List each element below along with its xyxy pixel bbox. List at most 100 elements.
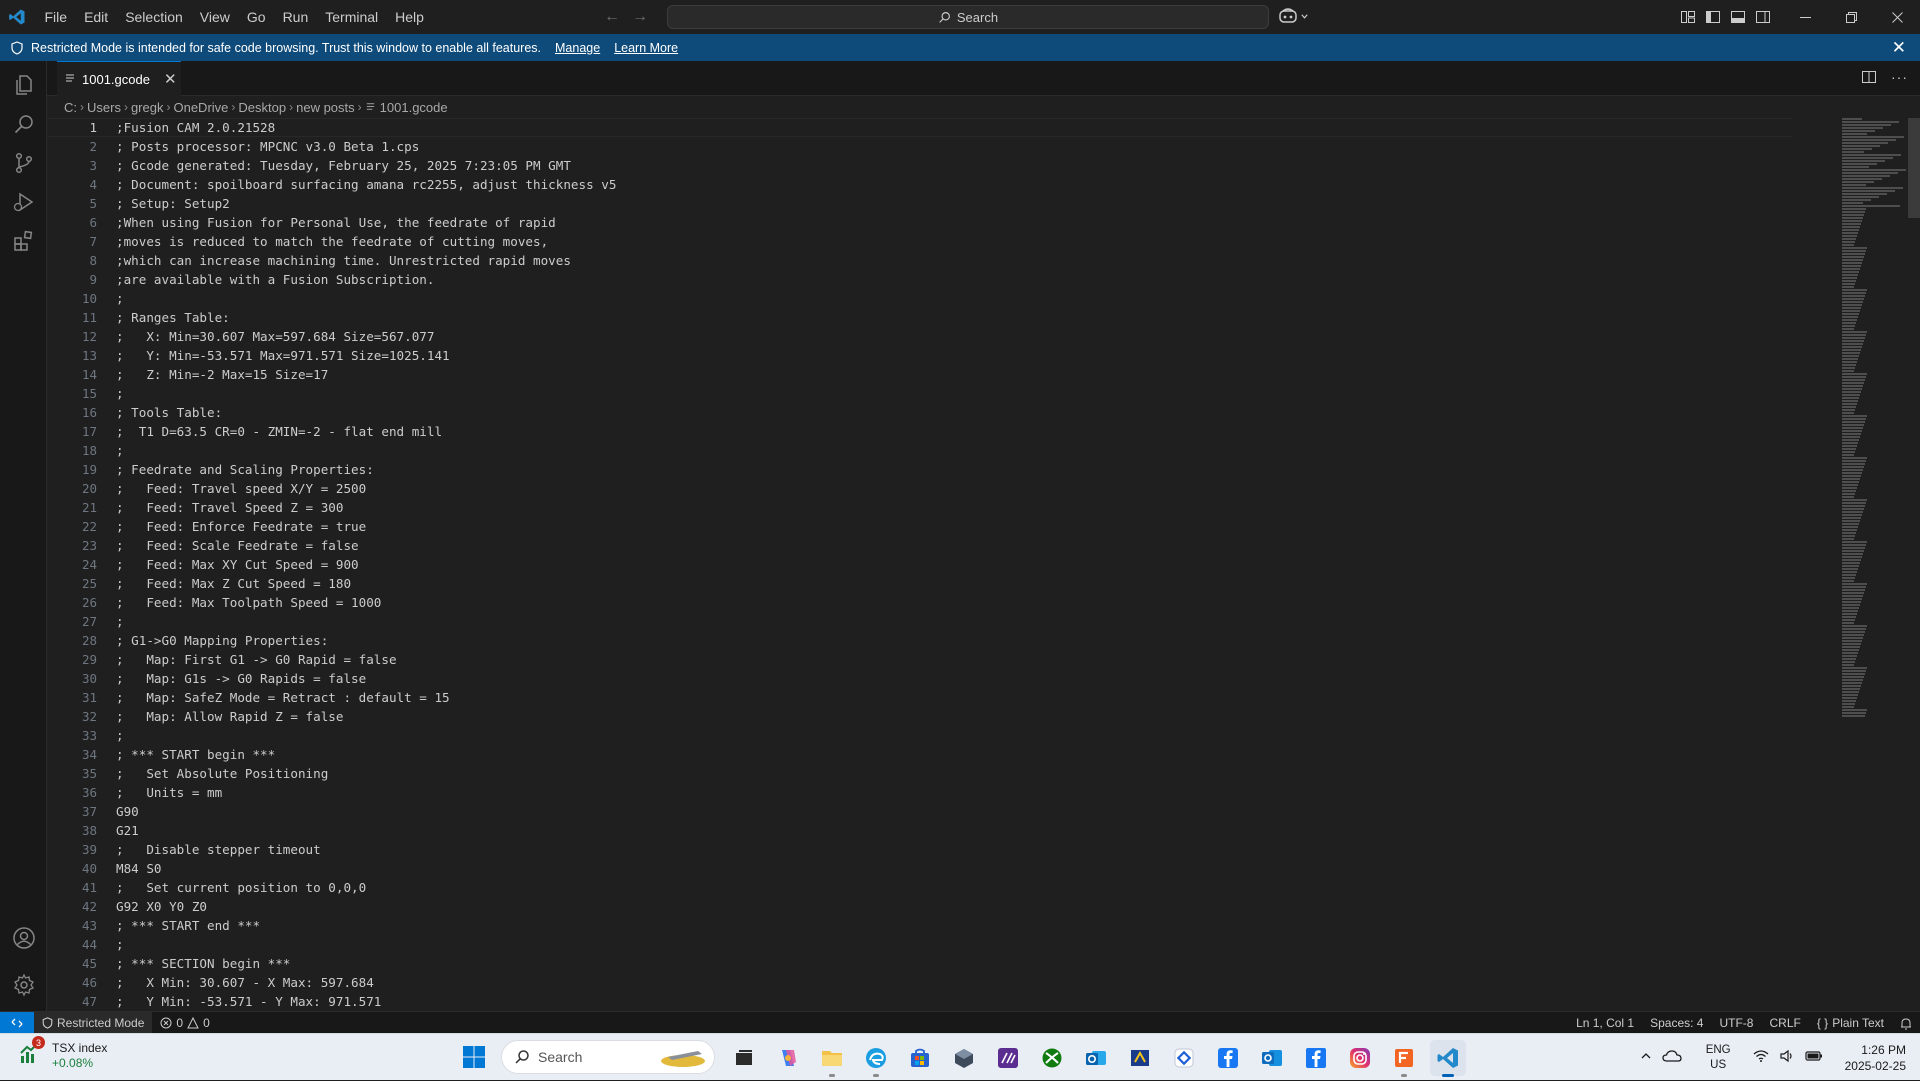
instagram-icon[interactable]	[1342, 1040, 1378, 1076]
command-center-search[interactable]: Search	[667, 5, 1269, 29]
minimap[interactable]	[1842, 118, 1912, 858]
photos-app-icon[interactable]	[1166, 1040, 1202, 1076]
code-content[interactable]: ;Fusion CAM 2.0.21528; Posts processor: …	[116, 118, 616, 1011]
copilot-app-icon[interactable]	[770, 1040, 806, 1076]
code-line[interactable]: ;Fusion CAM 2.0.21528	[116, 118, 616, 137]
code-line[interactable]: ; *** START begin ***	[116, 745, 616, 764]
forward-arrow-icon[interactable]: →	[632, 8, 648, 26]
code-line[interactable]: M84 S0	[116, 859, 616, 878]
customize-layout-icon[interactable]	[1680, 9, 1696, 25]
cursor-position[interactable]: Ln 1, Col 1	[1568, 1016, 1642, 1030]
menu-edit[interactable]: Edit	[76, 0, 117, 34]
code-line[interactable]: ; Feed: Scale Feedrate = false	[116, 536, 616, 555]
stock-widget[interactable]: 3 TSX index +0.08%	[18, 1036, 107, 1071]
code-line[interactable]: G90	[116, 802, 616, 821]
code-line[interactable]: ; Feed: Max Z Cut Speed = 180	[116, 574, 616, 593]
close-window-button[interactable]	[1874, 0, 1920, 34]
facebook-icon[interactable]	[1210, 1040, 1246, 1076]
code-editor[interactable]: 1 2 3 4 5 6 7 8 9 10 11 12 13 14 15 16 17 18 19 20 21 22 23 24 2…	[47, 118, 1920, 1011]
tab-close-icon[interactable]: ✕	[164, 70, 177, 88]
menu-go[interactable]: Go	[238, 0, 274, 34]
breadcrumb-item[interactable]: 1001.gcode	[380, 100, 448, 115]
code-line[interactable]: ;moves is reduced to match the feedrate …	[116, 232, 616, 251]
volume-icon[interactable]	[1779, 1049, 1795, 1066]
code-line[interactable]: ; Feed: Travel Speed Z = 300	[116, 498, 616, 517]
code-line[interactable]: ;which can increase machining time. Unre…	[116, 251, 616, 270]
code-line[interactable]: ;	[116, 289, 616, 308]
code-line[interactable]: ; G1->G0 Mapping Properties:	[116, 631, 616, 650]
source-control-icon[interactable]	[11, 150, 37, 176]
minimize-button[interactable]	[1782, 0, 1828, 34]
code-line[interactable]: ; Map: SafeZ Mode = Retract : default = …	[116, 688, 616, 707]
split-editor-icon[interactable]	[1861, 69, 1877, 85]
3d-app-icon[interactable]	[946, 1040, 982, 1076]
visual-studio-app-icon[interactable]	[990, 1040, 1026, 1076]
wifi-icon[interactable]	[1753, 1049, 1769, 1066]
notifications-bell-icon[interactable]	[1892, 1017, 1920, 1030]
code-line[interactable]: ; X Min: 30.607 - X Max: 597.684	[116, 973, 616, 992]
code-line[interactable]: ; Feed: Enforce Feedrate = true	[116, 517, 616, 536]
breadcrumb-item[interactable]: new posts	[296, 100, 355, 115]
toggle-secondary-sidebar-icon[interactable]	[1755, 9, 1771, 25]
code-line[interactable]: ; Disable stepper timeout	[116, 840, 616, 859]
language-indicator[interactable]: ENG US	[1706, 1043, 1731, 1073]
vertical-scrollbar[interactable]	[1908, 118, 1920, 218]
code-line[interactable]: ; Units = mm	[116, 783, 616, 802]
menu-help[interactable]: Help	[387, 0, 433, 34]
onedrive-icon[interactable]	[1662, 1049, 1682, 1066]
back-arrow-icon[interactable]: ←	[604, 8, 620, 26]
code-line[interactable]: ; Feed: Max XY Cut Speed = 900	[116, 555, 616, 574]
remote-indicator-icon[interactable]	[0, 1011, 34, 1034]
code-line[interactable]: ; Map: G1s -> G0 Rapids = false	[116, 669, 616, 688]
search-icon[interactable]	[11, 111, 37, 137]
code-line[interactable]: G21	[116, 821, 616, 840]
code-line[interactable]: ;	[116, 612, 616, 631]
manage-gear-icon[interactable]	[11, 972, 37, 998]
manage-link[interactable]: Manage	[555, 41, 600, 55]
problems-status[interactable]: 0 0	[152, 1016, 217, 1030]
menu-run[interactable]: Run	[274, 0, 317, 34]
code-line[interactable]: ;	[116, 384, 616, 403]
restore-button[interactable]	[1828, 0, 1874, 34]
code-line[interactable]: ; *** START end ***	[116, 916, 616, 935]
code-line[interactable]: ; Feed: Travel speed X/Y = 2500	[116, 479, 616, 498]
bank-app-icon[interactable]	[1122, 1040, 1158, 1076]
menu-view[interactable]: View	[191, 0, 238, 34]
code-line[interactable]: ; T1 D=63.5 CR=0 - ZMIN=-2 - flat end mi…	[116, 422, 616, 441]
outlook-icon[interactable]	[1078, 1040, 1114, 1076]
more-actions-icon[interactable]: ···	[1891, 69, 1908, 85]
vscode-app-icon[interactable]	[1430, 1040, 1466, 1077]
menu-terminal[interactable]: Terminal	[317, 0, 387, 34]
file-explorer-icon[interactable]	[814, 1040, 850, 1077]
tab-1001-gcode[interactable]: 1001.gcode ✕	[57, 61, 181, 96]
language-mode[interactable]: { } Plain Text	[1809, 1016, 1892, 1030]
fusion-app-icon[interactable]	[1386, 1040, 1422, 1077]
code-line[interactable]: ; Ranges Table:	[116, 308, 616, 327]
code-line[interactable]: ; Document: spoilboard surfacing amana r…	[116, 175, 616, 194]
chevron-up-icon[interactable]	[1640, 1050, 1652, 1065]
code-line[interactable]: ; Tools Table:	[116, 403, 616, 422]
extensions-icon[interactable]	[11, 228, 37, 254]
battery-icon[interactable]	[1805, 1049, 1823, 1066]
breadcrumb-item[interactable]: gregk	[131, 100, 164, 115]
code-line[interactable]: ; Y Min: -53.571 - Y Max: 971.571	[116, 992, 616, 1011]
microsoft-store-icon[interactable]	[902, 1040, 938, 1076]
code-line[interactable]: ;	[116, 441, 616, 460]
code-line[interactable]: ; *** SECTION begin ***	[116, 954, 616, 973]
code-line[interactable]: ; Map: First G1 -> G0 Rapid = false	[116, 650, 616, 669]
breadcrumb-item[interactable]: OneDrive	[173, 100, 228, 115]
breadcrumb-item[interactable]: Desktop	[238, 100, 286, 115]
restricted-mode-status[interactable]: Restricted Mode	[34, 1011, 153, 1034]
menu-file[interactable]: File	[36, 0, 76, 34]
code-line[interactable]: ; Feedrate and Scaling Properties:	[116, 460, 616, 479]
encoding[interactable]: UTF-8	[1711, 1016, 1761, 1030]
edge-browser-icon[interactable]	[858, 1040, 894, 1077]
toggle-panel-icon[interactable]	[1730, 9, 1746, 25]
windows-start-icon[interactable]	[462, 1045, 486, 1074]
menu-selection[interactable]: Selection	[117, 0, 192, 34]
explorer-icon[interactable]	[11, 72, 37, 98]
code-line[interactable]: ;	[116, 726, 616, 745]
breadcrumb-item[interactable]: C:	[64, 100, 77, 115]
indentation[interactable]: Spaces: 4	[1642, 1016, 1711, 1030]
code-line[interactable]: ; Gcode generated: Tuesday, February 25,…	[116, 156, 616, 175]
